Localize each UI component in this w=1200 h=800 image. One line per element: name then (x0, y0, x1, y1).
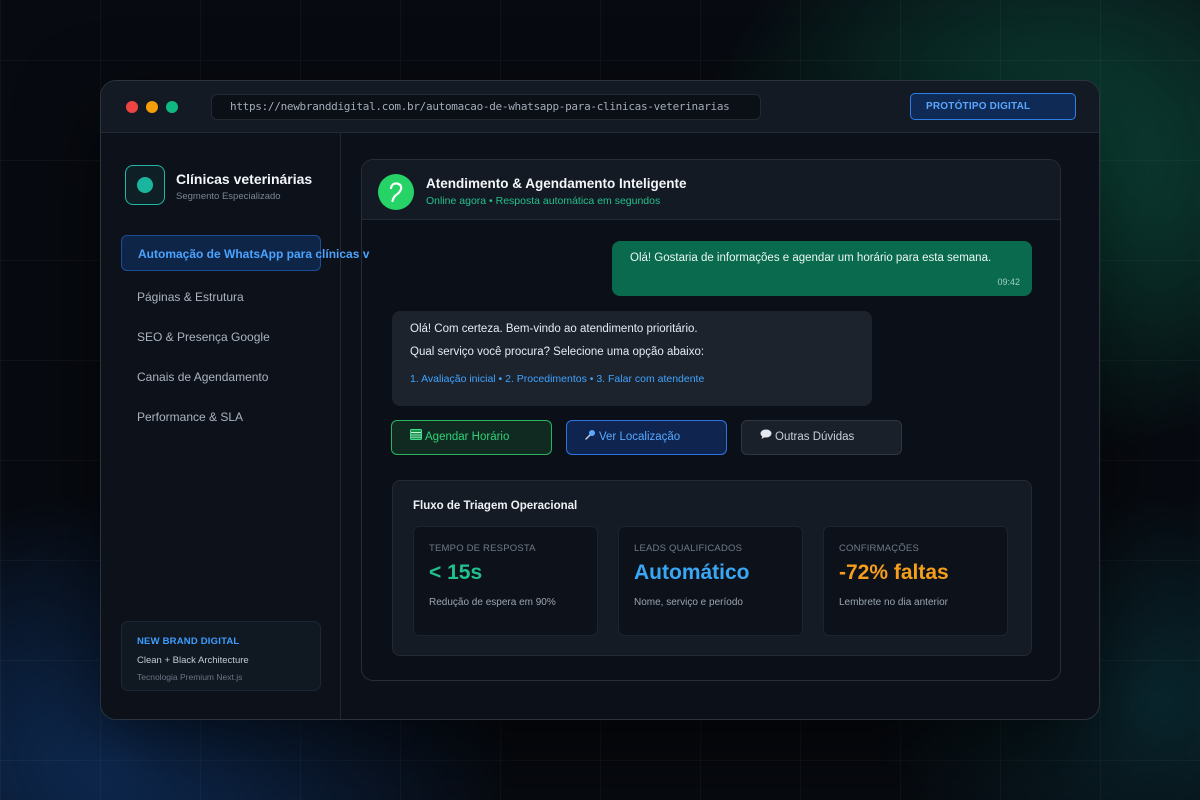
message-timestamp: 09:42 (997, 277, 1020, 287)
chat-panel: Atendimento & Agendamento Inteligente On… (361, 159, 1061, 681)
other-questions-button[interactable]: Outras Dúvidas (741, 420, 902, 455)
incoming-message-options: 1. Avaliação inicial • 2. Procedimentos … (410, 373, 705, 385)
calendar-icon (410, 421, 422, 454)
prototype-badge[interactable]: PROTÓTIPO DIGITAL (910, 93, 1076, 120)
chat-title: Atendimento & Agendamento Inteligente (426, 176, 687, 191)
metric-value: -72% faltas (839, 561, 949, 584)
schedule-appointment-button[interactable]: Agendar Horário (391, 420, 552, 455)
metric-description: Nome, serviço e período (634, 597, 743, 608)
outgoing-message-text: Olá! Gostaria de informações e agendar u… (630, 252, 992, 264)
metric-qualified-leads: LEADS QUALIFICADOS Automático Nome, serv… (618, 526, 803, 636)
brand-footer-card: NEW BRAND DIGITAL Clean + Black Architec… (121, 621, 321, 691)
browser-titlebar: https://newbranddigital.com.br/automacao… (101, 81, 1099, 133)
browser-window: https://newbranddigital.com.br/automacao… (100, 80, 1100, 720)
footer-tagline: Clean + Black Architecture (137, 655, 249, 666)
metric-value: < 15s (429, 561, 483, 584)
schedule-appointment-label: Agendar Horário (425, 431, 510, 443)
outgoing-message: Olá! Gostaria de informações e agendar u… (612, 241, 1032, 296)
metric-description: Lembrete no dia anterior (839, 597, 948, 608)
metric-label: LEADS QUALIFICADOS (634, 543, 743, 554)
sidebar-item-seo-google[interactable]: SEO & Presença Google (121, 319, 321, 355)
whatsapp-icon (378, 174, 414, 210)
sidebar-item-label: Automação de WhatsApp para clínicas v (138, 247, 370, 261)
triage-flow-card: Fluxo de Triagem Operacional TEMPO DE RE… (392, 480, 1032, 656)
incoming-message-line: Olá! Com certeza. Bem-vindo ao atendimen… (410, 323, 698, 335)
close-window-button[interactable] (126, 101, 138, 113)
metric-label: TEMPO DE RESPOSTA (429, 543, 536, 554)
brand-logo-dot (137, 177, 153, 193)
metric-description: Redução de espera em 90% (429, 597, 556, 608)
chat-header: Atendimento & Agendamento Inteligente On… (362, 160, 1060, 220)
sidebar-item-scheduling-channels[interactable]: Canais de Agendamento (121, 359, 321, 395)
view-location-label: Ver Localização (599, 431, 681, 443)
sidebar-item-label: Canais de Agendamento (137, 370, 269, 384)
incoming-message-line: Qual serviço você procura? Selecione uma… (410, 346, 705, 358)
segment-title: Clínicas veterinárias (176, 171, 313, 187)
metric-response-time: TEMPO DE RESPOSTA < 15s Redução de esper… (413, 526, 598, 636)
brand-logo-icon (125, 165, 165, 205)
minimize-window-button[interactable] (146, 101, 158, 113)
other-questions-label: Outras Dúvidas (775, 431, 855, 443)
segment-subtitle: Segmento Especializado (176, 191, 281, 202)
view-location-button[interactable]: Ver Localização (566, 420, 727, 455)
speech-bubble-icon (760, 421, 772, 454)
metric-value: Automático (634, 561, 750, 584)
sidebar-item-label: SEO & Presença Google (137, 330, 270, 344)
pin-icon (585, 421, 596, 454)
footer-tech: Tecnologia Premium Next.js (137, 672, 243, 682)
sidebar-item-whatsapp-automation[interactable]: Automação de WhatsApp para clínicas v (121, 235, 369, 271)
triage-flow-title: Fluxo de Triagem Operacional (413, 500, 578, 512)
sidebar-item-performance-sla[interactable]: Performance & SLA (121, 399, 321, 435)
chat-status: Online agora • Resposta automática em se… (426, 195, 661, 207)
incoming-message: Olá! Com certeza. Bem-vindo ao atendimen… (392, 311, 872, 406)
metric-label: CONFIRMAÇÕES (839, 543, 919, 554)
sidebar-item-label: Performance & SLA (137, 410, 244, 424)
address-bar[interactable]: https://newbranddigital.com.br/automacao… (211, 94, 761, 120)
sidebar: Clínicas veterinárias Segmento Especiali… (101, 133, 369, 719)
sidebar-item-pages-structure[interactable]: Páginas & Estrutura (121, 279, 321, 315)
metric-confirmations: CONFIRMAÇÕES -72% faltas Lembrete no dia… (823, 526, 1008, 636)
maximize-window-button[interactable] (166, 101, 178, 113)
sidebar-item-label: Páginas & Estrutura (137, 290, 244, 304)
footer-brand-name: NEW BRAND DIGITAL (137, 636, 240, 647)
